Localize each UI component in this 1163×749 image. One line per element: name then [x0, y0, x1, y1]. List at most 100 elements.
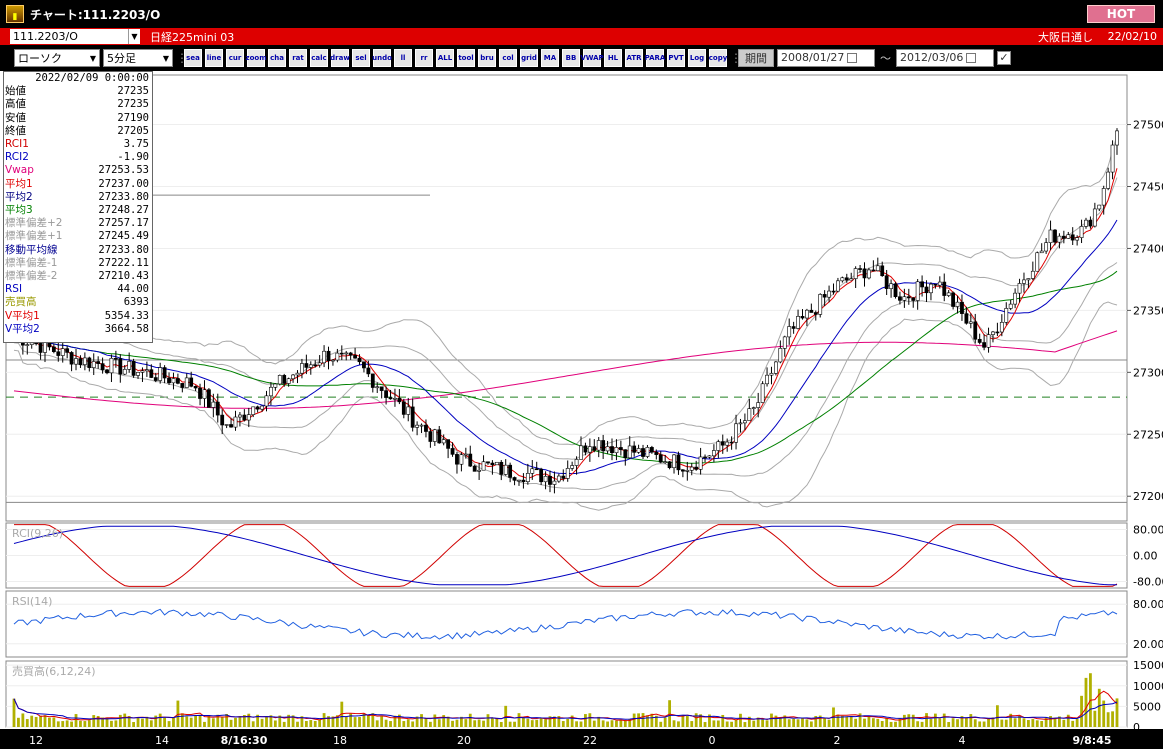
- candle-body: [189, 377, 194, 387]
- candle-body: [450, 448, 455, 455]
- tool-ma-button[interactable]: MA: [541, 49, 559, 67]
- tool-rr-button[interactable]: rr: [415, 49, 433, 67]
- volume-bar: [366, 715, 370, 727]
- volume-bar: [92, 715, 96, 727]
- data-row: 終値 27205: [4, 125, 152, 138]
- volume-bar: [406, 719, 410, 727]
- candle-body: [366, 367, 371, 375]
- candle-body: [743, 420, 747, 424]
- y-tick-label: 5000: [1133, 700, 1161, 713]
- volume-panel[interactable]: 150001000050000売買高(6,12,24): [5, 659, 1163, 734]
- data-value: 27222.11: [98, 256, 149, 269]
- tool-vwap-button[interactable]: VWAP: [580, 49, 604, 67]
- tool-log-button[interactable]: Log: [688, 49, 706, 67]
- candle-body: [322, 350, 326, 364]
- rci-panel[interactable]: 80.00 0.00 -80.00 RCI(9,26): [5, 522, 1163, 589]
- candle-body: [836, 280, 840, 292]
- candle-body: [441, 439, 446, 444]
- x-tick-label: 9/8:45: [1072, 734, 1111, 747]
- window-title: チャート:111.2203/O: [30, 7, 161, 22]
- period-range-button[interactable]: 期間: [738, 49, 774, 67]
- period-select[interactable]: 5分足 ▼: [103, 49, 173, 67]
- candle-body: [791, 326, 796, 329]
- volume-bar: [973, 719, 977, 727]
- candle-body: [308, 364, 313, 368]
- tool-all-button[interactable]: ALL: [436, 49, 454, 67]
- candle-body: [548, 475, 552, 485]
- tool-draw-button[interactable]: draw: [330, 49, 350, 67]
- candle-body: [680, 469, 685, 472]
- candle-body: [153, 377, 158, 381]
- y-tick-label: 27400: [1133, 242, 1163, 255]
- candle-body: [813, 312, 818, 315]
- end-date-field[interactable]: 2012/03/06: [896, 49, 994, 67]
- volume-bar: [579, 721, 583, 727]
- volume-bar: [911, 714, 915, 727]
- tool-bb-button[interactable]: BB: [562, 49, 580, 67]
- volume-bar: [136, 717, 140, 727]
- tool-grid-button[interactable]: grid: [520, 49, 538, 67]
- tool-copy-button[interactable]: copy: [709, 49, 727, 67]
- start-date-field[interactable]: 2008/01/27: [777, 49, 875, 67]
- data-row: 標準偏差-1 27222.11: [4, 257, 152, 270]
- volume-bar: [353, 717, 357, 727]
- candle-body: [1017, 283, 1022, 294]
- candle-body: [401, 401, 406, 415]
- volume-bar: [880, 721, 884, 727]
- volume-bar: [79, 720, 82, 727]
- volume-bar: [265, 716, 268, 727]
- tool-line-button[interactable]: line: [205, 49, 223, 67]
- tool-ll-button[interactable]: ll: [394, 49, 412, 67]
- volume-bar: [1071, 720, 1075, 727]
- candle-body: [69, 352, 74, 365]
- volume-bar: [132, 722, 136, 727]
- candle-body: [1084, 219, 1088, 227]
- chevron-down-icon[interactable]: ▼: [128, 29, 140, 44]
- tool-ratio-button[interactable]: rat: [289, 49, 307, 67]
- tool-search-button[interactable]: sea: [184, 49, 202, 67]
- data-label: RCI1: [5, 138, 29, 151]
- candle-body: [955, 301, 960, 307]
- tool-select-button[interactable]: sel: [352, 49, 370, 67]
- candle-body: [122, 369, 127, 375]
- tool-atr-button[interactable]: ATR: [625, 49, 643, 67]
- volume-bar: [211, 718, 215, 727]
- volume-bar: [933, 713, 937, 727]
- panel-title: RSI(14): [12, 595, 52, 608]
- volume-bar: [1013, 718, 1017, 727]
- candle-body: [1088, 219, 1093, 227]
- calendar-icon[interactable]: [966, 53, 977, 63]
- tool-chart-button[interactable]: cha: [268, 49, 286, 67]
- symbol-input[interactable]: 111.2203/O: [10, 29, 128, 44]
- candle-body: [1048, 229, 1053, 243]
- candle-body: [198, 387, 202, 399]
- rsi-panel[interactable]: 80.00 20.00 RSI(14): [5, 590, 1163, 658]
- volume-bar: [685, 716, 689, 727]
- tool-zoom-button[interactable]: zoom: [246, 49, 267, 67]
- data-label: 高値: [5, 98, 26, 111]
- candle-body: [291, 374, 295, 380]
- volume-bar: [752, 720, 756, 727]
- tool-undo-button[interactable]: undo: [372, 49, 392, 67]
- volume-bar: [663, 717, 667, 727]
- chart-type-select[interactable]: ローソク ▼: [14, 49, 100, 67]
- candle-body: [56, 351, 61, 356]
- tool-color-button[interactable]: col: [499, 49, 517, 67]
- tool-cursor-button[interactable]: cur: [226, 49, 244, 67]
- tool-calc-button[interactable]: calc: [310, 49, 328, 67]
- tool-para-button[interactable]: PARA: [645, 49, 665, 67]
- chart-area[interactable]: 27500 27450 27400 27350 27300 27250 27200 80.0…: [0, 71, 1163, 749]
- x-tick-label: 8/16:30: [221, 734, 268, 747]
- tool-pvt-button[interactable]: PVT: [667, 49, 685, 67]
- calendar-icon[interactable]: [847, 53, 858, 63]
- candle-body: [991, 331, 995, 335]
- tool-brush-button[interactable]: bru: [478, 49, 496, 67]
- chevron-down-icon: ▼: [162, 53, 170, 63]
- hot-button[interactable]: HOT: [1087, 5, 1155, 23]
- candle-body: [521, 479, 526, 483]
- candle-body: [326, 350, 331, 362]
- tool-hl-button[interactable]: HL: [604, 49, 622, 67]
- price-panel[interactable]: 27500 27450 27400 27350 27300 27250 27200: [5, 74, 1163, 522]
- range-checkbox[interactable]: ✓: [997, 51, 1011, 65]
- tool-tool-button[interactable]: tool: [457, 49, 475, 67]
